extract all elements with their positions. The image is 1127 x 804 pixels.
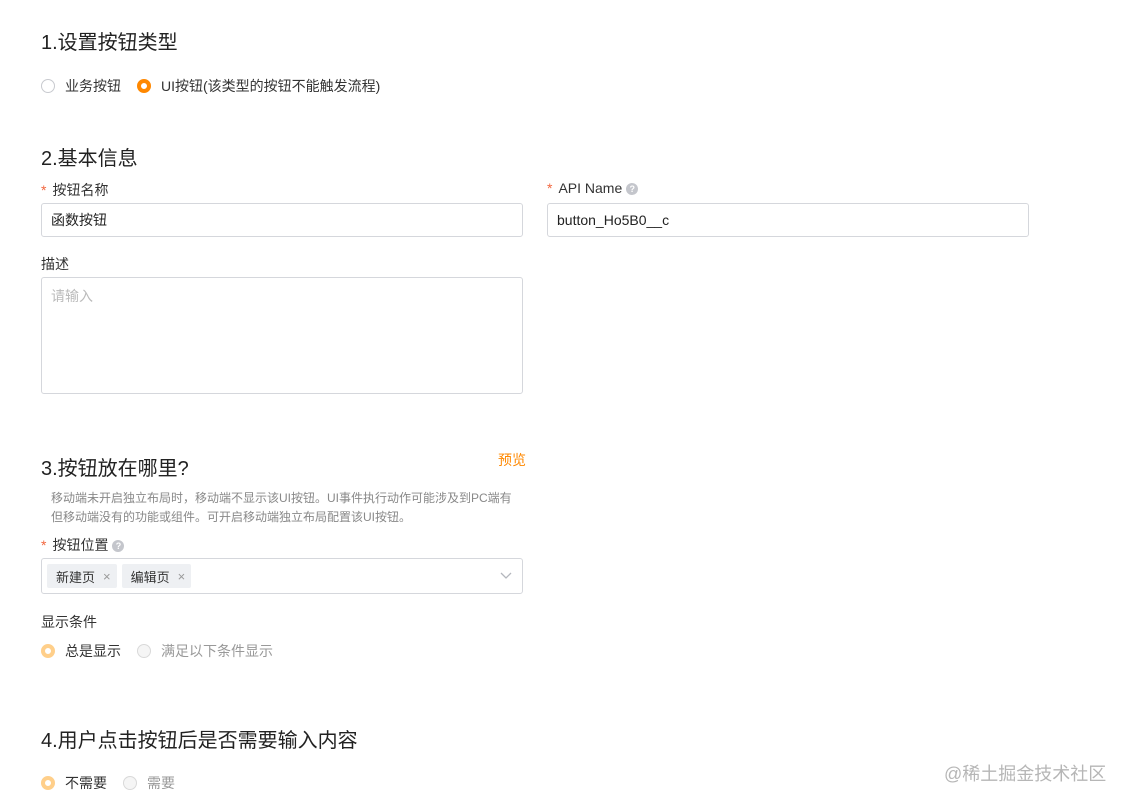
display-condition-label: 显示条件: [41, 614, 97, 630]
button-position-select[interactable]: 新建页 × 编辑页 ×: [41, 558, 523, 594]
button-position-label: * 按钮位置?: [41, 535, 125, 555]
button-position-label-text: 按钮位置: [52, 537, 109, 553]
radio-indicator-selected: [41, 776, 55, 790]
section-1-title: 1.设置按钮类型: [41, 32, 178, 54]
position-tag-new: 新建页 ×: [47, 564, 117, 588]
radio-indicator: [123, 776, 137, 790]
radio-label: 满足以下条件显示: [161, 643, 273, 659]
radio-label: 需要: [147, 775, 175, 791]
button-name-input[interactable]: 函数按钮: [41, 203, 523, 237]
button-name-label: * 按钮名称: [41, 180, 108, 200]
radio-ui-button[interactable]: UI按钮(该类型的按钮不能触发流程): [137, 76, 380, 96]
note-line-2: 但移动端没有的功能或组件。可开启移动端独立布局配置该UI按钮。: [51, 510, 412, 524]
required-mark: *: [547, 180, 553, 196]
radio-indicator-selected: [41, 644, 55, 658]
radio-indicator-selected: [137, 79, 151, 93]
close-icon[interactable]: ×: [178, 569, 186, 584]
question-circle-icon[interactable]: ?: [626, 183, 639, 196]
required-mark: *: [41, 182, 47, 198]
radio-conditional-show[interactable]: 满足以下条件显示: [137, 641, 273, 661]
section-4-title: 4.用户点击按钮后是否需要输入内容: [41, 730, 358, 752]
position-tag-edit: 编辑页 ×: [121, 564, 192, 588]
description-label: 描述: [41, 256, 69, 272]
radio-needs-input[interactable]: 需要: [123, 773, 175, 793]
tag-label: 新建页: [56, 569, 96, 585]
mobile-layout-note: 移动端未开启独立布局时，移动端不显示该UI按钮。UI事件执行动作可能涉及到PC端…: [51, 489, 512, 527]
radio-label: 不需要: [65, 775, 107, 791]
tag-label: 编辑页: [130, 569, 170, 585]
radio-label: 总是显示: [65, 643, 121, 659]
note-line-1: 移动端未开启独立布局时，移动端不显示该UI按钮。UI事件执行动作可能涉及到PC端…: [51, 491, 512, 505]
radio-no-input[interactable]: 不需要: [41, 773, 107, 793]
api-name-label-text: API Name: [558, 180, 623, 196]
section-2-title: 2.基本信息: [41, 148, 138, 170]
section-3-title: 3.按钮放在哪里?: [41, 458, 189, 480]
radio-label: 业务按钮: [65, 78, 121, 94]
chevron-down-icon[interactable]: [500, 569, 512, 581]
description-textarea[interactable]: 请输入: [41, 277, 523, 394]
radio-business-button[interactable]: 业务按钮: [41, 76, 121, 96]
api-name-label: * API Name?: [547, 180, 639, 196]
watermark: @稀土掘金技术社区: [944, 764, 1107, 784]
button-name-label-text: 按钮名称: [52, 182, 109, 198]
radio-label: UI按钮(该类型的按钮不能触发流程): [161, 78, 381, 94]
api-name-input[interactable]: button_Ho5B0__c: [547, 203, 1029, 237]
radio-indicator: [137, 644, 151, 658]
radio-always-show[interactable]: 总是显示: [41, 641, 121, 661]
close-icon[interactable]: ×: [103, 569, 111, 584]
radio-indicator: [41, 79, 55, 93]
required-mark: *: [41, 537, 47, 553]
preview-link[interactable]: 预览: [498, 450, 526, 470]
question-circle-icon[interactable]: ?: [112, 540, 125, 553]
